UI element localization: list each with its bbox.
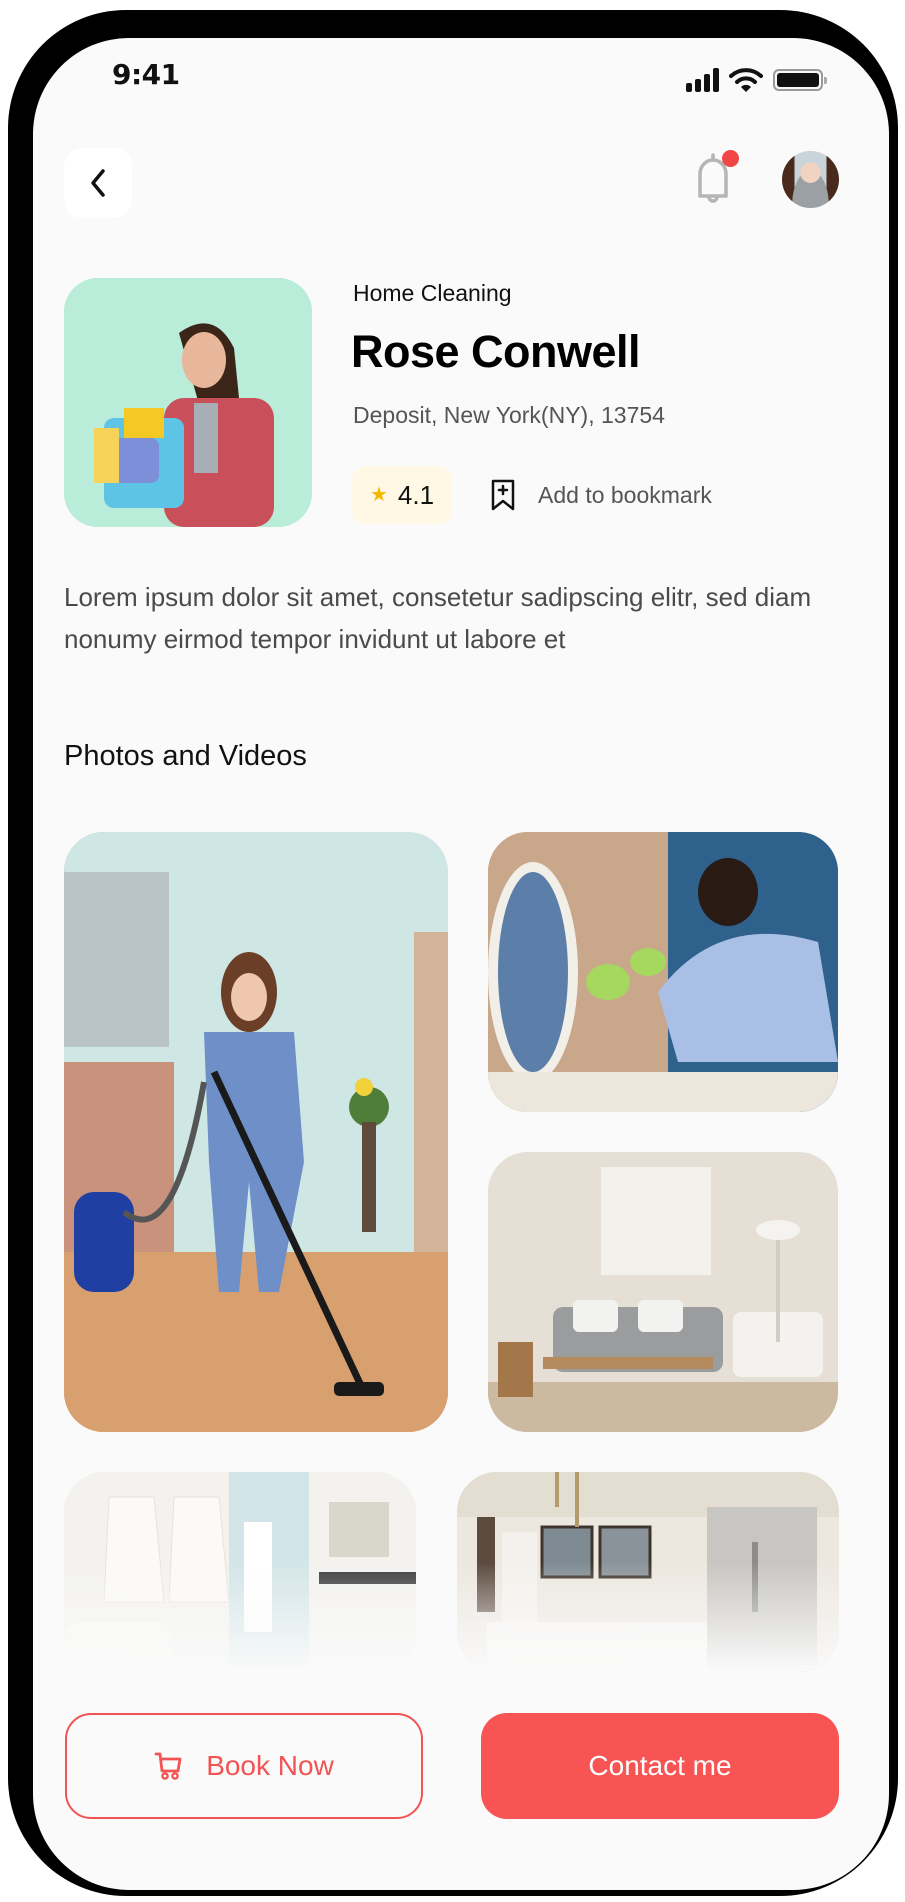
photo-illustration: [64, 832, 448, 1432]
star-icon: ★: [369, 484, 388, 506]
provider-address: Deposit, New York(NY), 13754: [353, 402, 665, 428]
back-button[interactable]: [64, 148, 132, 218]
gallery-photo[interactable]: [64, 1472, 416, 1672]
chevron-left-icon: [91, 169, 105, 197]
signal-icon: [686, 68, 719, 92]
cart-icon: [154, 1752, 182, 1780]
photo-illustration: [488, 832, 838, 1112]
profile-photo-illustration: [64, 278, 312, 527]
book-now-button[interactable]: Book Now: [65, 1713, 423, 1819]
battery-icon: [773, 69, 827, 91]
profile-photo: [64, 278, 312, 527]
description: Lorem ipsum dolor sit amet, consetetur s…: [64, 582, 812, 654]
photo-illustration: [488, 1152, 838, 1432]
add-bookmark-button[interactable]: Add to bookmark: [490, 478, 712, 512]
status-icons: [686, 66, 827, 94]
contact-button[interactable]: Contact me: [481, 1713, 839, 1819]
photo-fade: [457, 1562, 839, 1672]
gallery-photo[interactable]: [64, 832, 448, 1432]
wifi-icon: [729, 68, 763, 92]
gallery-title: Photos and Videos: [64, 740, 307, 772]
gallery-photo[interactable]: [457, 1472, 839, 1672]
status-time: 9:41: [112, 58, 180, 91]
avatar[interactable]: [782, 151, 839, 208]
provider-name: Rose Conwell: [351, 326, 641, 377]
notification-badge: [722, 150, 739, 167]
gallery-photo[interactable]: [488, 832, 838, 1112]
contact-label: Contact me: [588, 1750, 732, 1781]
notification-button[interactable]: [693, 150, 739, 208]
rating-value: 4.1: [397, 479, 435, 510]
bookmark-label: Add to bookmark: [538, 481, 712, 508]
bookmark-plus-icon: [491, 479, 515, 511]
service-category: Home Cleaning: [353, 280, 512, 306]
book-now-label: Book Now: [206, 1750, 334, 1781]
photo-fade: [64, 1562, 416, 1672]
rating-badge: ★ 4.1: [352, 466, 452, 524]
gallery-photo[interactable]: [488, 1152, 838, 1432]
